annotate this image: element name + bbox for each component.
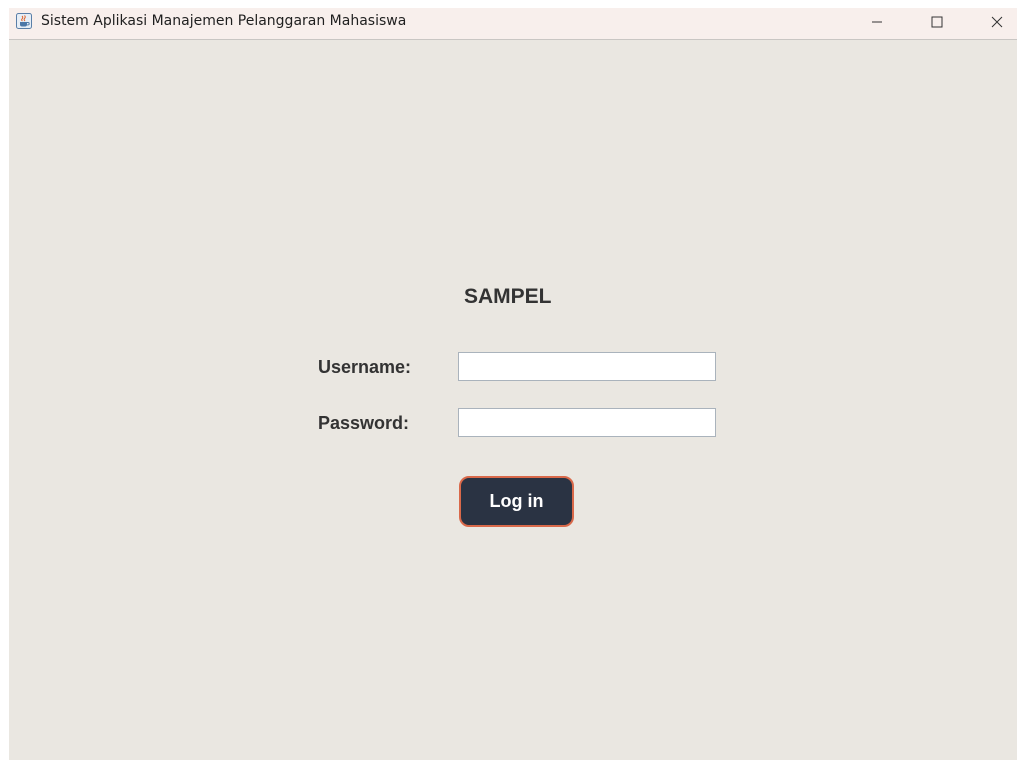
java-coffee-icon [16,13,32,29]
maximize-button[interactable] [914,8,960,39]
minimize-button[interactable] [854,8,900,39]
title-bar[interactable]: Sistem Aplikasi Manajemen Pelanggaran Ma… [9,8,1017,40]
window-title: Sistem Aplikasi Manajemen Pelanggaran Ma… [41,13,407,29]
app-window: Sistem Aplikasi Manajemen Pelanggaran Ma… [9,8,1017,760]
minimize-icon [871,15,883,33]
password-input[interactable] [458,408,716,437]
login-button[interactable]: Log in [459,476,574,527]
close-button[interactable] [974,8,1017,39]
username-input[interactable] [458,352,716,381]
form-heading: SAMPEL [464,285,552,308]
maximize-icon [931,15,943,33]
password-label: Password: [318,413,410,433]
username-label: Username: [318,357,412,377]
close-icon [991,15,1003,33]
